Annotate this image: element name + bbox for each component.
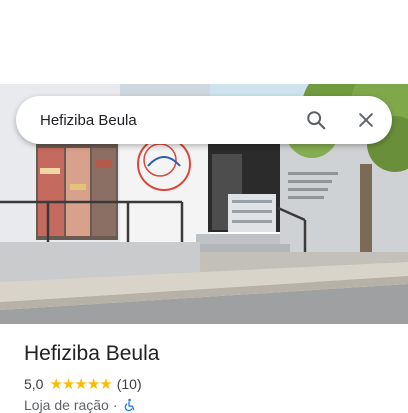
place-category: Loja de ração bbox=[24, 397, 109, 413]
rating-row[interactable]: 5,0 ★ ★ ★ ★ ★ (10) bbox=[24, 376, 142, 392]
close-icon bbox=[359, 113, 373, 127]
rating-stars: ★ ★ ★ ★ ★ bbox=[49, 375, 112, 393]
separator-dot: · bbox=[112, 397, 118, 413]
star-icon: ★ bbox=[49, 375, 62, 393]
search-bar[interactable]: Hefiziba Beula bbox=[16, 96, 392, 144]
search-button[interactable] bbox=[296, 100, 336, 140]
search-input[interactable]: Hefiziba Beula bbox=[40, 112, 296, 129]
star-icon: ★ bbox=[74, 375, 87, 393]
top-blank-area bbox=[0, 0, 408, 84]
star-icon: ★ bbox=[86, 375, 100, 393]
place-name: Hefiziba Beula bbox=[24, 342, 160, 365]
rating-value: 5,0 bbox=[24, 376, 44, 392]
wheelchair-icon bbox=[124, 398, 134, 412]
close-button[interactable] bbox=[346, 100, 386, 140]
star-icon: ★ bbox=[99, 375, 112, 393]
review-count[interactable]: (10) bbox=[117, 376, 142, 392]
search-icon bbox=[307, 111, 326, 130]
star-icon: ★ bbox=[61, 375, 75, 393]
category-row: Loja de ração · bbox=[24, 397, 136, 413]
